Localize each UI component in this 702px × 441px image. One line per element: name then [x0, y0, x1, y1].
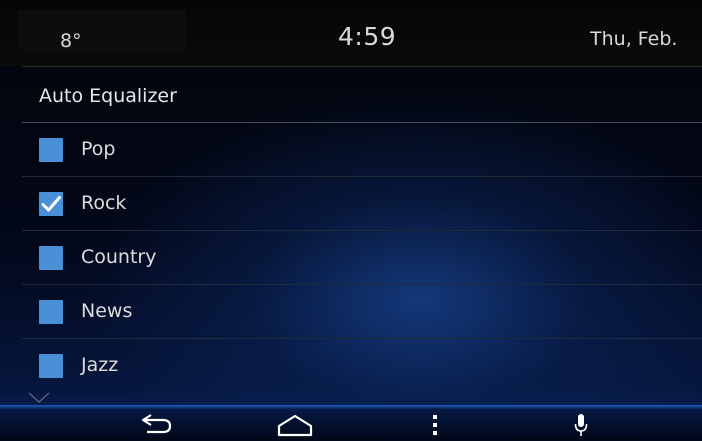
microphone-icon[interactable]	[574, 413, 588, 439]
checkbox-jazz[interactable]	[39, 354, 63, 378]
option-news[interactable]: News	[22, 285, 702, 339]
option-label: Rock	[81, 192, 127, 214]
home-icon[interactable]	[276, 413, 314, 437]
equalizer-list: Auto Equalizer Pop Rock Country News Jaz…	[22, 67, 702, 392]
list-title: Auto Equalizer	[39, 85, 177, 107]
temperature: 8°	[60, 30, 82, 52]
checkbox-rock[interactable]	[39, 192, 63, 216]
status-bar: 8° 4:59 Thu, Feb.	[0, 0, 702, 66]
option-label: Pop	[81, 138, 116, 160]
clock: 4:59	[338, 22, 397, 51]
checkbox-pop[interactable]	[39, 138, 63, 162]
checkmark-icon	[41, 196, 61, 212]
option-jazz[interactable]: Jazz	[22, 339, 702, 392]
menu-dots-icon[interactable]	[430, 413, 440, 439]
screen: 8° 4:59 Thu, Feb. Auto Equalizer Pop Roc…	[0, 0, 702, 441]
option-country[interactable]: Country	[22, 231, 702, 285]
option-rock[interactable]: Rock	[22, 177, 702, 231]
nav-bar	[0, 405, 702, 441]
status-left-panel	[18, 10, 186, 50]
option-pop[interactable]: Pop	[22, 123, 702, 177]
option-label: News	[81, 300, 133, 322]
option-label: Jazz	[81, 354, 119, 376]
checkbox-news[interactable]	[39, 300, 63, 324]
list-header: Auto Equalizer	[22, 67, 702, 123]
back-icon[interactable]	[137, 413, 173, 435]
scroll-down-chevron-icon[interactable]	[28, 392, 50, 404]
date: Thu, Feb.	[590, 28, 678, 50]
checkbox-country[interactable]	[39, 246, 63, 270]
option-label: Country	[81, 246, 157, 268]
